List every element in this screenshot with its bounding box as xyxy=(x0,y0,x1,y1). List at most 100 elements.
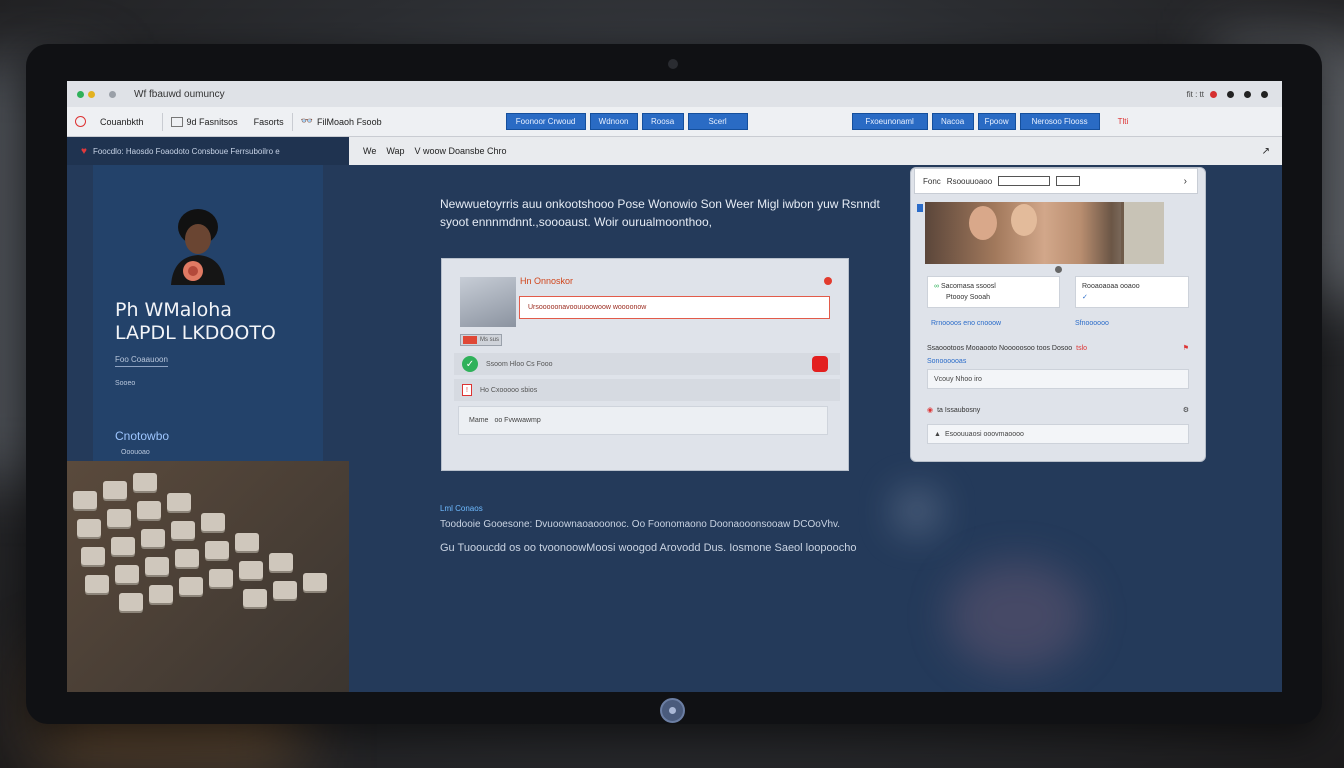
keyboard-key xyxy=(269,553,293,571)
dialog-row-2[interactable]: ! Ho Cxooooo sbios xyxy=(454,379,840,401)
stop-icon[interactable] xyxy=(812,356,828,372)
right-panel-search-label: Fonc xyxy=(923,176,941,186)
avatar[interactable] xyxy=(163,205,233,287)
main-header: We Wap V woow Doansbe Chro ↗ xyxy=(349,137,1282,165)
arrow-icon[interactable]: ↗ xyxy=(1262,146,1270,157)
binoculars-icon: 👓 xyxy=(300,116,314,127)
background-blur xyxy=(947,561,1087,671)
window-menu-dot-2[interactable] xyxy=(1244,90,1251,98)
toolbar-button[interactable]: Fpoow xyxy=(977,113,1016,130)
keyboard-key xyxy=(85,575,109,593)
main-header-b[interactable]: Wap xyxy=(386,146,404,156)
right-panel-search-title: Rsoouuoaoo xyxy=(946,176,993,186)
profile-name: Ph WMaloha LAPDL LKDOOTO xyxy=(115,299,276,345)
right-panel-field-1[interactable]: Vcouy Nhoo iro xyxy=(927,369,1189,389)
window-menu-dot-3[interactable] xyxy=(1261,90,1268,98)
toolbar-item-3[interactable]: 👓 FilMoaoh Fsoob xyxy=(293,116,390,127)
profile-link[interactable]: Cnotowbo xyxy=(115,429,169,443)
keyboard-key xyxy=(235,533,259,551)
toolbar-button[interactable]: Scerl xyxy=(687,113,748,130)
right-panel-input-box-small[interactable] xyxy=(1056,176,1081,186)
toolbar-button[interactable]: Fxoeunonaml xyxy=(851,113,928,130)
right-panel-row-1-red: tslo xyxy=(1076,344,1088,352)
dialog-footer-b: oo Fvwwawmp xyxy=(494,417,541,424)
record-icon xyxy=(75,116,86,127)
window-maximize-dot[interactable] xyxy=(77,90,84,98)
info-title: Lml Conaos xyxy=(440,504,483,513)
toolbar-button[interactable]: Foonoor Crwoud xyxy=(505,113,586,130)
toolbar-button[interactable]: Nacoa xyxy=(931,113,974,130)
photo-face xyxy=(969,206,997,240)
keyboard-key xyxy=(119,593,143,611)
dialog-row-1[interactable]: ✓ Ssoom Hloo Cs Fooo xyxy=(454,353,840,375)
right-panel-search[interactable]: Fonc Rsoouuoaoo › xyxy=(914,168,1198,194)
toolbar-right-red[interactable]: Tlti xyxy=(1118,117,1129,126)
toolbar-item-2[interactable]: Fasorts xyxy=(246,117,292,127)
keyboard-key xyxy=(133,473,157,491)
link-icon: ∞ xyxy=(934,283,939,290)
toolbar-item-3-label: FilMoaoh Fsoob xyxy=(317,116,382,127)
check-icon: ✓ xyxy=(462,356,478,372)
window-minimize-dot[interactable] xyxy=(88,90,95,98)
sidebar-header-label[interactable]: Foocdlo: Haosdo Foaodoto Consboue Ferrsu… xyxy=(93,147,280,156)
keyboard-key xyxy=(167,493,191,511)
right-panel-field-2-label: Esoouuaosi ooovmaoooo xyxy=(944,430,1024,438)
dialog: Hn Onnoskor Ursooooonavoouuoowoow woooon… xyxy=(441,258,849,471)
toolbar-app[interactable]: Couanbkth xyxy=(67,116,152,127)
keyboard-key xyxy=(205,541,229,559)
flag-icon[interactable]: ⚑ xyxy=(1183,344,1189,352)
profile-meta: Sooeo xyxy=(115,380,136,387)
profile-sub: Ooouoao xyxy=(121,449,150,456)
checkbox-icon xyxy=(170,116,183,127)
right-panel-row-1[interactable]: Ssaoootoos Mooaooto Nooooosoo toos Dosoo… xyxy=(927,344,1189,353)
settings-icon[interactable]: ⚙ xyxy=(1183,406,1189,414)
keyboard-key xyxy=(137,501,161,519)
window-notify-dot[interactable] xyxy=(1210,90,1217,98)
right-panel-field-2[interactable]: ▲ Esoouuaosi ooovmaoooo xyxy=(927,424,1189,444)
toolbar-button[interactable]: Wdnoon xyxy=(589,113,638,130)
photo-face xyxy=(1011,204,1037,236)
alert-icon: ! xyxy=(462,384,472,396)
toolbar-button[interactable]: Roosa xyxy=(641,113,684,130)
window-right-label: fit : tt xyxy=(1186,89,1204,99)
blue-marker-icon xyxy=(917,204,923,212)
right-panel: Fonc Rsoouuoaoo › ∞ Sacomasa ssoosl Ptoo… xyxy=(910,167,1206,462)
profile-name-line1: Ph WMaloha xyxy=(115,299,232,321)
dialog-footer-field[interactable]: Mame oo Fvwwawmp xyxy=(458,406,828,435)
carousel-dot[interactable] xyxy=(1055,266,1062,273)
keyboard-key xyxy=(111,537,135,555)
app-icon xyxy=(109,90,116,98)
dialog-thumbnail xyxy=(460,277,516,327)
toolbar-item-1-label: 9d Fasnitsos xyxy=(186,116,238,127)
keyboard-key xyxy=(175,549,199,567)
avatar-icon xyxy=(171,209,225,285)
dialog-tag-label: Ms sus xyxy=(480,337,500,343)
profile-card: Ph WMaloha LAPDL LKDOOTO Foo Coaauoon So… xyxy=(93,165,323,461)
toolbar-button-group-left: Foonoor Crwoud Wdnoon Roosa Scerl xyxy=(505,113,752,130)
right-panel-row-3-label: ta Issaubosny xyxy=(937,406,981,414)
photo-thumbnail[interactable] xyxy=(925,202,1164,264)
right-panel-card-2[interactable]: Rooaoaoaa ooaoo ✓ xyxy=(1075,276,1189,308)
chevron-right-icon[interactable]: › xyxy=(1184,176,1187,187)
dialog-input[interactable]: Ursooooonavoouuoowoow woooonow xyxy=(519,296,830,319)
window-menu-dot-1[interactable] xyxy=(1227,90,1234,98)
toolbar-item-1[interactable]: 9d Fasnitsos xyxy=(163,116,246,127)
keyboard-key xyxy=(171,521,195,539)
dialog-tag[interactable]: Ms sus xyxy=(460,334,502,346)
close-icon[interactable] xyxy=(824,277,832,285)
dialog-row-1-label: Ssoom Hloo Cs Fooo xyxy=(486,360,553,368)
keyboard-key xyxy=(81,547,105,565)
info-line-1: Toodooie Gooesone: Dvuoownaoaooonoc. Oo … xyxy=(440,519,841,530)
main-header-c[interactable]: V woow Doansbe Chro xyxy=(415,146,507,156)
alert-icon: ◉ xyxy=(927,407,934,414)
right-panel-input-box[interactable] xyxy=(998,176,1051,186)
main-header-a[interactable]: We xyxy=(363,146,376,156)
keyboard-key xyxy=(107,509,131,527)
window-titlebar: Wf fbauwd oumuncy fit : tt xyxy=(67,81,1282,107)
right-panel-card-1[interactable]: ∞ Sacomasa ssoosl Ptoooy Sooah xyxy=(927,276,1060,308)
right-panel-row-3[interactable]: ◉ ta Issaubosny ⚙ xyxy=(927,406,1189,415)
screen: Wf fbauwd oumuncy fit : tt Couanbkth 9d … xyxy=(67,81,1282,692)
dialog-footer-a: Mame xyxy=(469,417,489,424)
power-button[interactable] xyxy=(660,698,685,723)
toolbar-button[interactable]: Nerosoo Flooss xyxy=(1019,113,1100,130)
